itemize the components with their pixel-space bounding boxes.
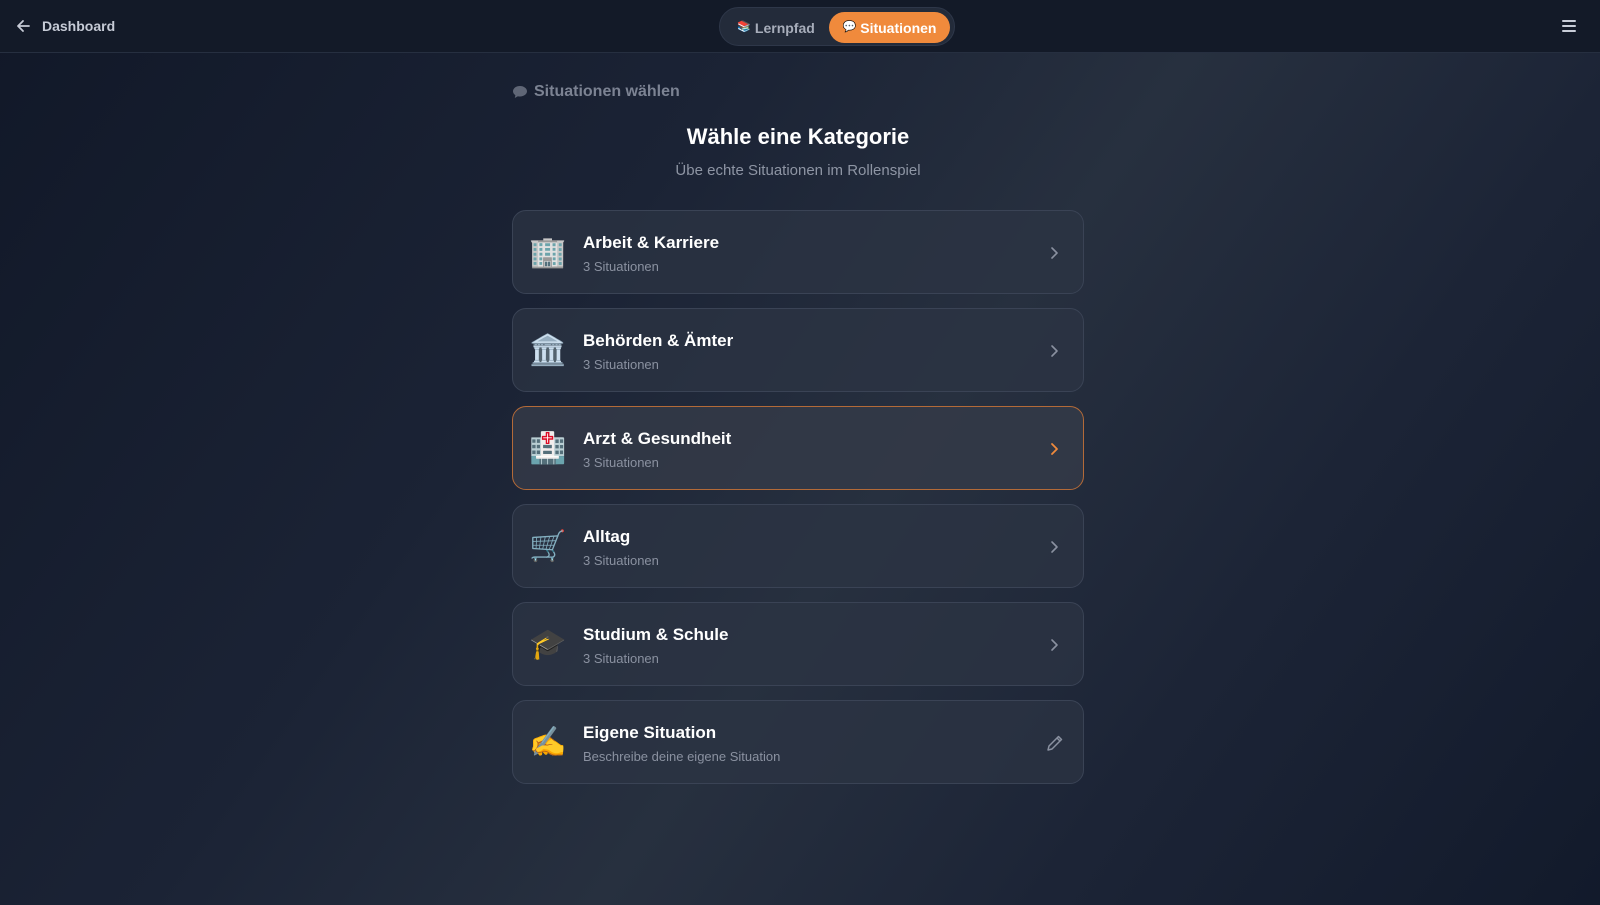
- category-title: Alltag: [583, 527, 631, 546]
- back-label: Dashboard: [42, 18, 116, 34]
- chevron-right-icon: [1051, 541, 1058, 553]
- category-title: Eigene Situation: [583, 723, 717, 742]
- top-bar: Dashboard 📚 Lernpfad 💬 Situationen: [0, 0, 1600, 53]
- tab-lernpfad[interactable]: 📚 Lernpfad: [728, 12, 824, 43]
- page-title: Wähle eine Kategorie: [686, 124, 910, 149]
- breadcrumb-label: Situationen wählen: [534, 83, 680, 100]
- arrow-left-icon: [17, 20, 30, 32]
- category-count: 3 Situationen: [583, 651, 659, 666]
- category-card-arzt[interactable]: 🏥 Arzt & Gesundheit 3 Situationen: [512, 406, 1084, 490]
- classical-building-icon: 🏛️: [529, 334, 567, 367]
- shopping-cart-icon: 🛒: [529, 530, 567, 563]
- category-count: 3 Situationen: [583, 455, 659, 470]
- tab-lernpfad-label: Lernpfad: [754, 19, 815, 36]
- category-card-studium[interactable]: 🎓 Studium & Schule 3 Situationen: [512, 602, 1084, 686]
- category-card-eigene[interactable]: ✍️ Eigene Situation Beschreibe deine eig…: [512, 700, 1084, 784]
- category-card-behoerden[interactable]: 🏛️ Behörden & Ämter 3 Situationen: [512, 308, 1084, 392]
- category-count: 3 Situationen: [583, 553, 659, 568]
- chevron-right-icon: [1051, 345, 1058, 357]
- books-icon: 📚: [737, 21, 751, 33]
- pencil-icon: [1047, 735, 1063, 751]
- speech-bubble-icon: 💬: [842, 21, 857, 33]
- breadcrumb: Situationen wählen: [512, 80, 680, 104]
- category-count: 3 Situationen: [583, 259, 659, 274]
- category-title: Studium & Schule: [583, 625, 729, 644]
- category-card-alltag[interactable]: 🛒 Alltag 3 Situationen: [512, 504, 1084, 588]
- category-title: Arzt & Gesundheit: [583, 429, 732, 448]
- category-card-arbeit[interactable]: 🏢 Arbeit & Karriere 3 Situationen: [512, 210, 1084, 294]
- back-to-dashboard-button[interactable]: Dashboard: [14, 14, 115, 38]
- speech-bubble-icon: [513, 86, 527, 98]
- writing-hand-icon: ✍️: [529, 726, 567, 759]
- chevron-right-icon: [1051, 247, 1058, 259]
- category-title: Behörden & Ämter: [583, 331, 734, 350]
- hospital-icon: 🏥: [529, 432, 567, 465]
- chevron-right-icon: [1051, 443, 1058, 455]
- page-subtitle: Übe echte Situationen im Rollenspiel: [675, 162, 921, 179]
- chevron-right-icon: [1051, 639, 1058, 651]
- graduation-cap-icon: 🎓: [529, 628, 567, 661]
- category-count: 3 Situationen: [583, 357, 659, 372]
- category-description: Beschreibe deine eigene Situation: [583, 749, 781, 764]
- tab-situationen-label: Situationen: [860, 19, 937, 36]
- category-title: Arbeit & Karriere: [583, 233, 720, 252]
- mode-switch: 📚 Lernpfad 💬 Situationen: [719, 7, 955, 46]
- office-building-icon: 🏢: [529, 236, 567, 269]
- tab-situationen[interactable]: 💬 Situationen: [829, 12, 950, 43]
- hamburger-menu-icon[interactable]: [1558, 16, 1582, 36]
